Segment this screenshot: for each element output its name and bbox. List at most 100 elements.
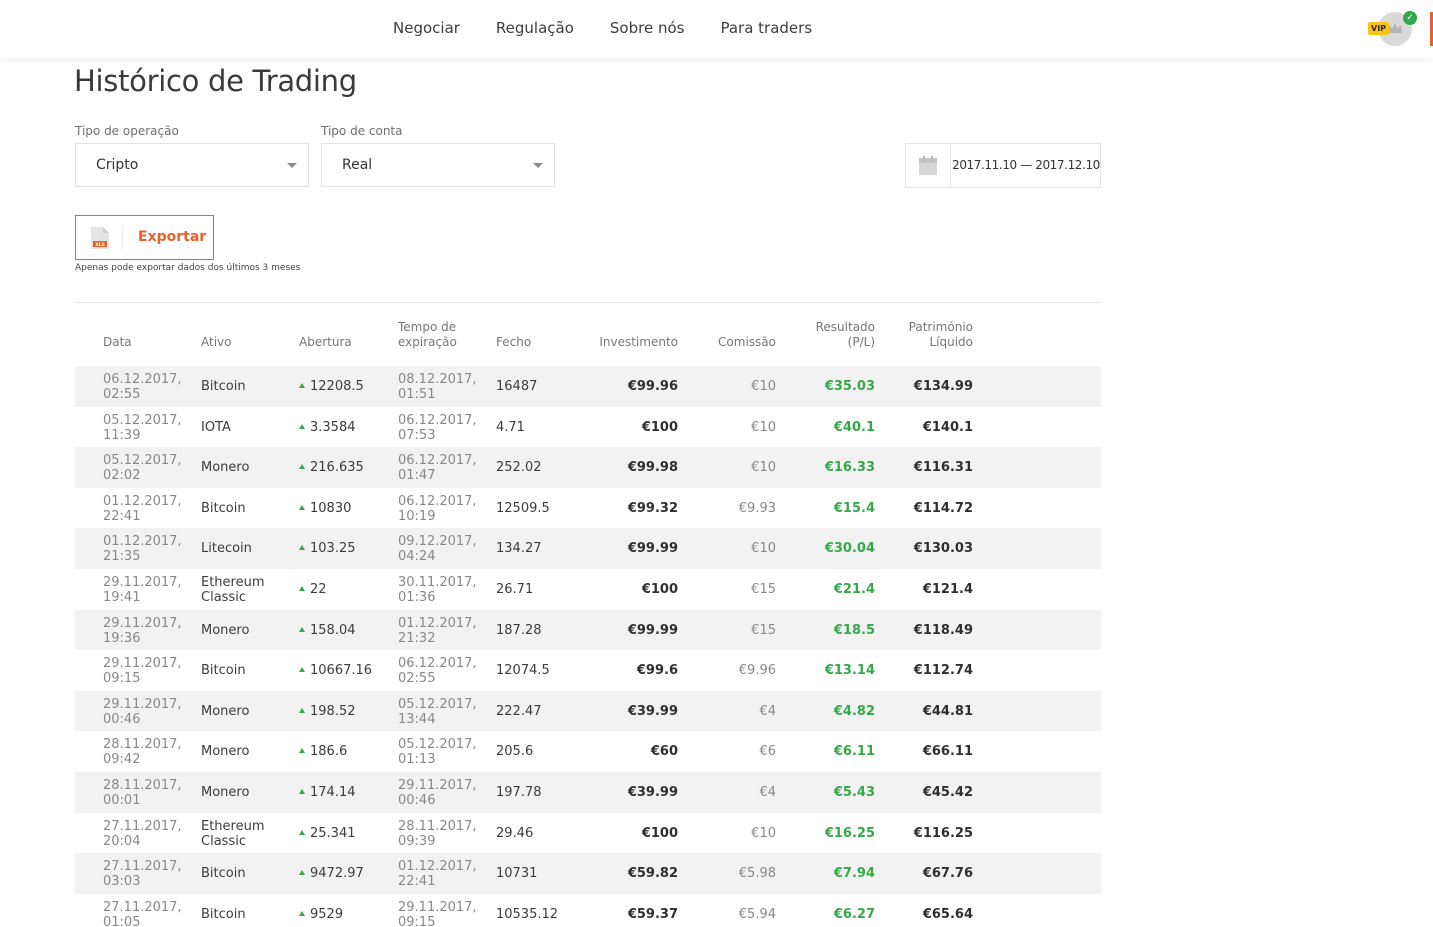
trade-expiry-time: 01:51 bbox=[398, 387, 436, 402]
nav-item-para-traders[interactable]: Para traders bbox=[720, 18, 812, 38]
calendar-icon bbox=[919, 156, 937, 175]
operation-type-label: Tipo de operação bbox=[75, 124, 179, 138]
nav-item-negociar[interactable]: Negociar bbox=[393, 18, 460, 38]
trade-equity: €44.81 bbox=[922, 703, 973, 719]
trade-date-time: 02:02 bbox=[103, 468, 141, 484]
col-header-date: Data bbox=[103, 335, 132, 349]
table-row: 01.12.2017, 22:41 Bitcoin 10830 06.12.2017, 1… bbox=[75, 488, 1101, 529]
trade-date: 01.12.2017, 22:41 bbox=[103, 494, 198, 524]
trade-expiry-day: 06.12.2017, bbox=[398, 656, 477, 672]
trade-asset: Litecoin bbox=[201, 541, 252, 557]
trade-open-value: 103.25 bbox=[310, 541, 356, 557]
trade-result: €16.25 bbox=[824, 825, 875, 841]
account-type-filter: Tipo de conta Real bbox=[321, 124, 555, 187]
trade-date: 27.11.2017, 20:04 bbox=[103, 819, 198, 849]
trade-result: €15.4 bbox=[833, 500, 875, 516]
trade-expiry: 05.12.2017, 01:13 bbox=[398, 737, 493, 767]
trade-result: €4.82 bbox=[833, 703, 875, 719]
trade-expiry-day: 06.12.2017, bbox=[398, 493, 477, 509]
trade-asset: Ethereum Classic bbox=[201, 575, 296, 605]
trade-investment: €59.82 bbox=[627, 866, 678, 882]
arrow-up-icon bbox=[299, 423, 305, 429]
trade-expiry: 06.12.2017, 01:47 bbox=[398, 453, 493, 483]
table-header: Data Ativo Abertura Tempo de expiração F… bbox=[75, 310, 1101, 366]
trade-open: 9529 bbox=[299, 907, 389, 922]
trade-close: 10731 bbox=[496, 866, 538, 882]
calendar-button[interactable] bbox=[906, 144, 951, 187]
arrow-up-icon bbox=[299, 504, 305, 510]
trade-close: 12074.5 bbox=[496, 663, 550, 679]
trade-equity: €65.64 bbox=[922, 906, 973, 922]
trade-close: 187.28 bbox=[496, 622, 542, 638]
trade-open-value: 198.52 bbox=[310, 703, 356, 719]
trade-date-time: 00:46 bbox=[103, 711, 141, 727]
trade-commission: €15 bbox=[751, 581, 776, 597]
trade-commission: €10 bbox=[751, 541, 776, 557]
page-title: Histórico de Trading bbox=[74, 64, 357, 98]
trade-commission: €4 bbox=[759, 703, 776, 719]
xls-file-icon: XLS bbox=[91, 227, 109, 249]
export-button[interactable]: XLS Exportar bbox=[75, 215, 214, 260]
trade-asset: Monero bbox=[201, 744, 250, 760]
trade-investment: €39.99 bbox=[627, 703, 678, 719]
trade-expiry-day: 05.12.2017, bbox=[398, 696, 477, 712]
trade-asset: Bitcoin bbox=[201, 866, 246, 882]
table-row: 29.11.2017, 19:36 Monero 158.04 01.12.2017, 2… bbox=[75, 609, 1101, 651]
trade-asset: Ethereum Classic bbox=[201, 819, 296, 849]
arrow-up-icon bbox=[299, 464, 305, 470]
trade-expiry: 08.12.2017, 01:51 bbox=[398, 372, 493, 402]
trade-expiry-day: 29.11.2017, bbox=[398, 899, 477, 915]
trade-asset: Monero bbox=[201, 703, 250, 719]
arrow-up-icon bbox=[299, 667, 305, 673]
trade-commission: €9.93 bbox=[738, 500, 776, 516]
trade-date-time: 09:42 bbox=[103, 752, 141, 768]
trade-expiry-time: 01:47 bbox=[398, 468, 436, 484]
col-header-open: Abertura bbox=[299, 335, 352, 349]
trade-asset: Bitcoin bbox=[201, 663, 246, 679]
trade-expiry: 06.12.2017, 10:19 bbox=[398, 494, 493, 524]
trade-equity: €140.1 bbox=[922, 419, 973, 435]
trade-date: 29.11.2017, 00:46 bbox=[103, 697, 198, 727]
trade-commission: €15 bbox=[751, 622, 776, 638]
col-header-equity: Património Líquido bbox=[893, 320, 973, 350]
trade-date-day: 29.11.2017, bbox=[103, 615, 182, 631]
date-range-picker[interactable]: 2017.11.10 — 2017.12.10 bbox=[905, 143, 1101, 188]
trade-expiry: 30.11.2017, 01:36 bbox=[398, 575, 493, 605]
col-header-asset: Ativo bbox=[201, 335, 232, 349]
main-nav: Negociar Regulação Sobre nós Para trader… bbox=[393, 18, 848, 38]
table-row: 05.12.2017, 11:39 IOTA 3.3584 06.12.2017, 07:… bbox=[75, 407, 1101, 448]
top-navigation-bar: Negociar Regulação Sobre nós Para trader… bbox=[0, 0, 1433, 58]
nav-item-sobre-nos[interactable]: Sobre nós bbox=[610, 18, 685, 38]
trade-close: 4.71 bbox=[496, 419, 525, 435]
trade-date-time: 03:03 bbox=[103, 874, 141, 890]
trade-investment: €60 bbox=[650, 744, 678, 760]
date-range-value: 2017.11.10 — 2017.12.10 bbox=[952, 158, 1100, 172]
trade-open: 22 bbox=[299, 582, 389, 597]
trade-close: 29.46 bbox=[496, 825, 534, 841]
trade-expiry-day: 01.12.2017, bbox=[398, 615, 477, 631]
operation-type-select[interactable]: Cripto bbox=[75, 143, 309, 187]
user-profile-button[interactable]: VIP ✓ bbox=[1368, 11, 1417, 48]
trade-expiry-time: 00:46 bbox=[398, 792, 436, 808]
trade-open: 3.3584 bbox=[299, 420, 389, 435]
trade-result: €6.27 bbox=[833, 906, 875, 922]
trade-asset: IOTA bbox=[201, 419, 231, 435]
table-row: 29.11.2017, 09:15 Bitcoin 10667.16 06.12.201… bbox=[75, 650, 1101, 691]
trade-date-time: 09:15 bbox=[103, 671, 141, 687]
arrow-up-icon bbox=[299, 829, 305, 835]
trade-asset: Monero bbox=[201, 622, 250, 638]
trade-result: €35.03 bbox=[824, 379, 875, 394]
table-row: 27.11.2017, 01:05 Bitcoin 9529 29.11.2017, 09… bbox=[75, 894, 1101, 927]
nav-item-regulacao[interactable]: Regulação bbox=[496, 18, 574, 38]
trade-expiry-day: 06.12.2017, bbox=[398, 412, 477, 428]
account-type-select[interactable]: Real bbox=[321, 143, 555, 187]
table-row: 28.11.2017, 00:01 Monero 174.14 29.11.2017, 0… bbox=[75, 771, 1101, 813]
trade-open: 103.25 bbox=[299, 541, 389, 556]
table-row: 28.11.2017, 09:42 Monero 186.6 05.12.2017, 01… bbox=[75, 731, 1101, 772]
trade-result: €6.11 bbox=[833, 744, 875, 760]
trade-investment: €100 bbox=[641, 419, 678, 435]
table-row: 05.12.2017, 02:02 Monero 216.635 06.12.2017,… bbox=[75, 447, 1101, 488]
trade-commission: €10 bbox=[751, 419, 776, 435]
trade-commission: €10 bbox=[751, 379, 776, 394]
trade-expiry: 05.12.2017, 13:44 bbox=[398, 697, 493, 727]
